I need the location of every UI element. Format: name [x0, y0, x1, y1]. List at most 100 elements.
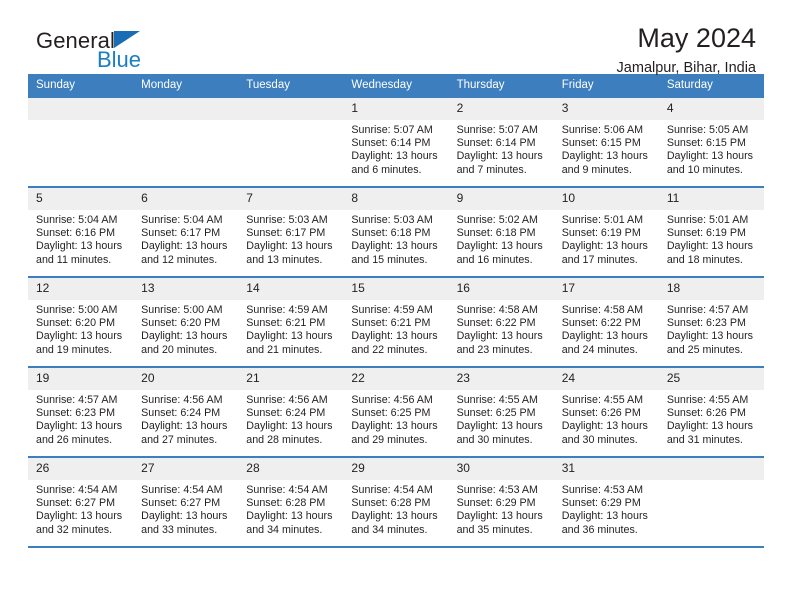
brand-name-blue: Blue — [97, 47, 142, 72]
day-cell-inner[interactable]: 9 Sunrise: 5:02 AM Sunset: 6:18 PM Daylight… — [448, 188, 554, 276]
sunset-text: Sunset: 6:27 PM — [141, 497, 221, 510]
day-cell-inner[interactable]: 8 Sunrise: 5:03 AM Sunset: 6:18 PM Daylight… — [343, 188, 449, 276]
sunrise-text: Sunrise: 4:56 AM — [351, 394, 433, 406]
day-cell-inner[interactable]: 29 Sunrise: 4:54 AM Sunset: 6:28 PM Dayligh… — [343, 458, 449, 546]
calendar-day-cell: 13 Sunrise: 5:00 AM Sunset: 6:20 PM Dayligh… — [133, 276, 239, 367]
day-number: 9 — [448, 188, 554, 210]
day-details: Sunrise: 4:55 AM Sunset: 6:26 PM Daylight:… — [659, 390, 764, 447]
day-number: 15 — [343, 278, 449, 300]
day-cell-inner[interactable]: 1 Sunrise: 5:07 AM Sunset: 6:14 PM Daylight… — [343, 98, 449, 186]
day-cell-inner[interactable]: 10 Sunrise: 5:01 AM Sunset: 6:19 PM Dayligh… — [553, 188, 659, 276]
daylight-text: Daylight: 13 hours and 32 minutes. — [36, 510, 123, 536]
day-details: Sunrise: 4:55 AM Sunset: 6:26 PM Daylight:… — [554, 390, 659, 447]
title-block: May 2024 Jamalpur, Bihar, India — [617, 22, 756, 78]
sunrise-text: Sunrise: 4:57 AM — [36, 394, 118, 406]
day-details: Sunrise: 4:54 AM Sunset: 6:28 PM Daylight:… — [343, 480, 448, 537]
day-details: Sunrise: 4:53 AM Sunset: 6:29 PM Daylight:… — [554, 480, 659, 537]
day-cell-inner — [238, 98, 344, 186]
sunset-text: Sunset: 6:15 PM — [666, 137, 746, 150]
daylight-text: Daylight: 13 hours and 10 minutes. — [666, 150, 753, 176]
daylight-text: Daylight: 13 hours and 25 minutes. — [666, 330, 753, 356]
day-cell-inner[interactable]: 24 Sunrise: 4:55 AM Sunset: 6:26 PM Dayligh… — [553, 368, 659, 456]
day-number: 30 — [448, 458, 554, 480]
day-cell-inner[interactable]: 28 Sunrise: 4:54 AM Sunset: 6:28 PM Dayligh… — [238, 458, 344, 546]
sunset-text: Sunset: 6:16 PM — [36, 227, 116, 240]
day-details: Sunrise: 4:57 AM Sunset: 6:23 PM Daylight:… — [28, 390, 133, 447]
daylight-text: Daylight: 13 hours and 34 minutes. — [246, 510, 333, 536]
sunrise-text: Sunrise: 4:54 AM — [351, 484, 433, 496]
day-cell-inner[interactable]: 12 Sunrise: 5:00 AM Sunset: 6:20 PM Dayligh… — [28, 278, 134, 366]
sunrise-text: Sunrise: 5:01 AM — [666, 214, 749, 226]
day-cell-inner[interactable]: 18 Sunrise: 4:57 AM Sunset: 6:23 PM Dayligh… — [658, 278, 764, 366]
day-number: 22 — [343, 368, 449, 390]
day-cell-inner[interactable]: 22 Sunrise: 4:56 AM Sunset: 6:25 PM Dayligh… — [343, 368, 449, 456]
day-number: 5 — [28, 188, 134, 210]
sunset-text: Sunset: 6:20 PM — [36, 317, 116, 330]
day-cell-inner[interactable]: 7 Sunrise: 5:03 AM Sunset: 6:17 PM Daylight… — [238, 188, 344, 276]
sunrise-text: Sunrise: 4:59 AM — [246, 304, 328, 316]
day-cell-inner[interactable]: 2 Sunrise: 5:07 AM Sunset: 6:14 PM Daylight… — [448, 98, 554, 186]
day-number: 1 — [343, 98, 449, 120]
day-cell-inner[interactable]: 23 Sunrise: 4:55 AM Sunset: 6:25 PM Dayligh… — [448, 368, 554, 456]
day-details: Sunrise: 5:04 AM Sunset: 6:17 PM Daylight:… — [133, 210, 238, 267]
daylight-text: Daylight: 13 hours and 17 minutes. — [561, 240, 648, 266]
sunset-text: Sunset: 6:19 PM — [561, 227, 641, 240]
daylight-text: Daylight: 13 hours and 21 minutes. — [246, 330, 333, 356]
calendar-day-cell: 25 Sunrise: 4:55 AM Sunset: 6:26 PM Dayligh… — [658, 366, 764, 457]
day-cell-inner[interactable]: 5 Sunrise: 5:04 AM Sunset: 6:16 PM Daylight… — [28, 188, 134, 276]
sunrise-text: Sunrise: 4:53 AM — [561, 484, 644, 496]
day-details: Sunrise: 4:56 AM Sunset: 6:25 PM Daylight:… — [343, 390, 448, 447]
calendar-day-cell: 19 Sunrise: 4:57 AM Sunset: 6:23 PM Dayligh… — [28, 366, 134, 457]
day-cell-inner[interactable]: 17 Sunrise: 4:58 AM Sunset: 6:22 PM Dayligh… — [553, 278, 659, 366]
day-number: 31 — [553, 458, 659, 480]
day-details: Sunrise: 4:55 AM Sunset: 6:25 PM Daylight:… — [449, 390, 554, 447]
calendar-day-cell: 31 Sunrise: 4:53 AM Sunset: 6:29 PM Dayligh… — [553, 456, 659, 548]
day-cell-inner[interactable]: 31 Sunrise: 4:53 AM Sunset: 6:29 PM Dayligh… — [553, 458, 659, 546]
day-number: 23 — [448, 368, 554, 390]
daylight-text: Daylight: 13 hours and 12 minutes. — [141, 240, 228, 266]
daylight-text: Daylight: 13 hours and 34 minutes. — [351, 510, 438, 536]
day-cell-inner[interactable]: 30 Sunrise: 4:53 AM Sunset: 6:29 PM Dayligh… — [448, 458, 554, 546]
day-details: Sunrise: 4:59 AM Sunset: 6:21 PM Daylight:… — [343, 300, 448, 357]
day-cell-inner[interactable]: 6 Sunrise: 5:04 AM Sunset: 6:17 PM Daylight… — [133, 188, 239, 276]
sunset-text: Sunset: 6:29 PM — [561, 497, 641, 510]
brand-logo[interactable]: General Blue — [36, 28, 236, 76]
calendar-week-row: 1 Sunrise: 5:07 AM Sunset: 6:14 PM Daylight… — [28, 98, 764, 187]
day-number: 25 — [658, 368, 764, 390]
day-cell-inner[interactable]: 13 Sunrise: 5:00 AM Sunset: 6:20 PM Dayligh… — [133, 278, 239, 366]
day-details: Sunrise: 4:54 AM Sunset: 6:27 PM Daylight:… — [28, 480, 133, 537]
day-number: 6 — [133, 188, 239, 210]
day-cell-inner[interactable]: 15 Sunrise: 4:59 AM Sunset: 6:21 PM Dayligh… — [343, 278, 449, 366]
daylight-text: Daylight: 13 hours and 29 minutes. — [351, 420, 438, 446]
daylight-text: Daylight: 13 hours and 27 minutes. — [141, 420, 228, 446]
day-number: 28 — [238, 458, 344, 480]
sunrise-text: Sunrise: 5:03 AM — [351, 214, 433, 226]
day-cell-inner[interactable]: 20 Sunrise: 4:56 AM Sunset: 6:24 PM Dayligh… — [133, 368, 239, 456]
sunset-text: Sunset: 6:23 PM — [666, 317, 746, 330]
day-cell-inner[interactable]: 14 Sunrise: 4:59 AM Sunset: 6:21 PM Dayligh… — [238, 278, 344, 366]
day-details: Sunrise: 5:07 AM Sunset: 6:14 PM Daylight:… — [343, 120, 448, 177]
day-number: 13 — [133, 278, 239, 300]
day-cell-inner[interactable]: 19 Sunrise: 4:57 AM Sunset: 6:23 PM Dayligh… — [28, 368, 134, 456]
calendar-day-cell: 28 Sunrise: 4:54 AM Sunset: 6:28 PM Dayligh… — [238, 456, 344, 548]
weekday-header-tuesday: Tuesday — [238, 74, 344, 98]
sunset-text: Sunset: 6:18 PM — [351, 227, 431, 240]
day-cell-inner — [133, 98, 239, 186]
day-cell-inner[interactable]: 21 Sunrise: 4:56 AM Sunset: 6:24 PM Dayligh… — [238, 368, 344, 456]
day-cell-inner[interactable]: 3 Sunrise: 5:06 AM Sunset: 6:15 PM Daylight… — [553, 98, 659, 186]
day-cell-inner[interactable]: 25 Sunrise: 4:55 AM Sunset: 6:26 PM Dayligh… — [658, 368, 764, 456]
calendar-day-cell: 3 Sunrise: 5:06 AM Sunset: 6:15 PM Daylight… — [553, 98, 659, 187]
calendar-week-row: 12 Sunrise: 5:00 AM Sunset: 6:20 PM Dayligh… — [28, 276, 764, 367]
calendar-day-cell: 27 Sunrise: 4:54 AM Sunset: 6:27 PM Dayligh… — [133, 456, 239, 548]
day-cell-inner[interactable]: 11 Sunrise: 5:01 AM Sunset: 6:19 PM Dayligh… — [658, 188, 764, 276]
day-number: 29 — [343, 458, 449, 480]
day-cell-inner[interactable]: 16 Sunrise: 4:58 AM Sunset: 6:22 PM Dayligh… — [448, 278, 554, 366]
day-cell-inner — [28, 98, 134, 186]
daylight-text: Daylight: 13 hours and 28 minutes. — [246, 420, 333, 446]
day-cell-inner[interactable]: 4 Sunrise: 5:05 AM Sunset: 6:15 PM Daylight… — [658, 98, 764, 186]
day-cell-inner[interactable]: 27 Sunrise: 4:54 AM Sunset: 6:27 PM Dayligh… — [133, 458, 239, 546]
day-cell-inner[interactable]: 26 Sunrise: 4:54 AM Sunset: 6:27 PM Dayligh… — [28, 458, 134, 546]
calendar-day-cell: 9 Sunrise: 5:02 AM Sunset: 6:18 PM Daylight… — [448, 186, 554, 277]
day-number: 11 — [658, 188, 764, 210]
calendar-week-row: 19 Sunrise: 4:57 AM Sunset: 6:23 PM Dayligh… — [28, 366, 764, 457]
